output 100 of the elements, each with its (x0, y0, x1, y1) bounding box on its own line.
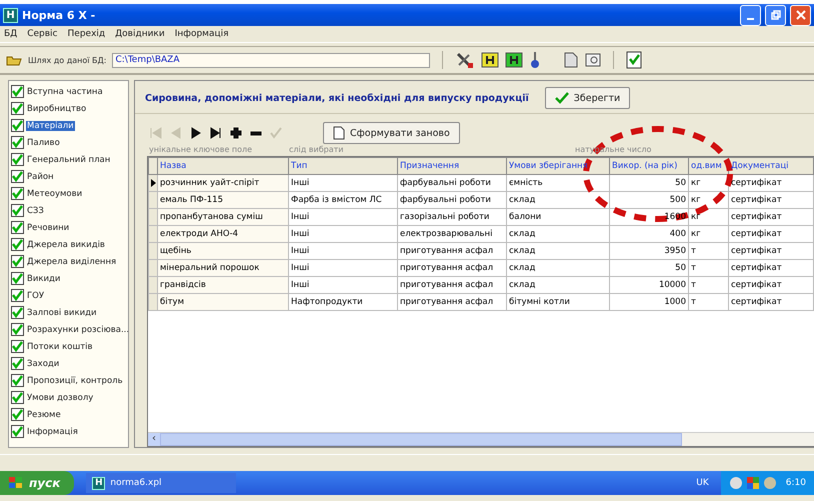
sidebar-item[interactable]: Речовини (26, 222, 70, 232)
database-icon[interactable] (481, 52, 500, 68)
scroll-left-button[interactable]: ‹ (148, 433, 160, 446)
table-cell: бітум (158, 294, 288, 310)
sidebar-item[interactable]: Пропозиції, контроль (26, 376, 124, 386)
checkbox[interactable] (11, 425, 24, 438)
sidebar-item[interactable]: Резюме (26, 410, 62, 420)
table-cell: сертифікат (728, 242, 814, 260)
sidebar-item[interactable]: Генеральний план (26, 154, 112, 164)
table-cell: сертифікат (728, 260, 814, 276)
table-cell: склад (506, 260, 610, 276)
table-cell: т (688, 242, 728, 260)
sidebar-item[interactable]: СЗЗ (26, 206, 45, 216)
checkbox[interactable] (11, 119, 24, 132)
table-cell: розчинник уайт-спіріт (158, 174, 288, 192)
checkbox[interactable] (11, 255, 24, 268)
document-icon[interactable] (585, 52, 602, 68)
minimize-button[interactable] (740, 4, 761, 26)
menu-item[interactable]: Інформація (174, 29, 229, 39)
sidebar-item[interactable]: Виробництво (26, 104, 88, 114)
checkbox[interactable] (11, 238, 24, 251)
restore-button[interactable] (765, 4, 786, 26)
save-button[interactable]: Зберегти (544, 87, 630, 109)
sidebar-item[interactable]: Вступна частина (26, 86, 104, 96)
checkbox[interactable] (11, 323, 24, 336)
checkbox[interactable] (11, 272, 24, 285)
table-cell: 500 (610, 192, 688, 208)
table-cell: Фарба із вмістом ЛС (288, 192, 398, 208)
sidebar-item[interactable]: Метеоумови (26, 188, 84, 198)
checkbox[interactable] (11, 357, 24, 370)
checkbox[interactable] (11, 136, 24, 149)
table-cell: приготування асфал (398, 276, 506, 294)
checkbox[interactable] (11, 340, 24, 353)
checkbox[interactable] (11, 204, 24, 217)
table-cell: кг (688, 192, 728, 208)
column-header[interactable]: Назва (158, 158, 288, 174)
checkbox[interactable] (11, 85, 24, 98)
rebuild-button[interactable]: Сформувати заново (323, 122, 460, 144)
checkbox[interactable] (11, 289, 24, 302)
sidebar-item[interactable]: Викиди (26, 274, 62, 284)
database-icon[interactable] (505, 52, 524, 68)
checkbox[interactable] (11, 153, 24, 166)
column-header[interactable]: Викор. (на рік) (610, 158, 688, 174)
path-field[interactable]: C:\Temp\BAZA (112, 52, 430, 68)
sidebar-item[interactable]: Заходи (26, 358, 60, 368)
sidebar-item[interactable]: Джерела виділення (26, 256, 118, 266)
sidebar-item[interactable]: Район (26, 172, 55, 182)
sidebar-item[interactable]: Потоки коштів (26, 342, 94, 352)
sidebar-item[interactable]: Умови дозволу (26, 392, 94, 402)
checkbox[interactable] (11, 374, 24, 387)
windows-logo-icon (8, 476, 24, 490)
sidebar-item[interactable]: Інформація (26, 426, 79, 436)
menu-item[interactable]: Сервіс (27, 29, 58, 39)
document-icon (333, 126, 345, 140)
clock: 6:10 (786, 478, 806, 488)
menu-item[interactable]: Довідники (115, 29, 165, 39)
language-indicator[interactable]: UK (696, 478, 709, 488)
table-cell: приготування асфал (398, 242, 506, 260)
column-header[interactable]: Призначення (398, 158, 506, 174)
checkbox[interactable] (11, 306, 24, 319)
horizontal-scrollbar[interactable]: ‹ (148, 432, 814, 446)
document-icon[interactable] (563, 52, 580, 68)
table-cell: фарбувальні роботи (398, 192, 506, 208)
last-record-icon[interactable] (209, 126, 223, 140)
insert-record-icon[interactable] (229, 126, 243, 140)
next-record-icon[interactable] (189, 126, 203, 140)
table-cell: склад (506, 192, 610, 208)
table-cell: 10000 (610, 276, 688, 294)
table-cell: пропанбутанова суміш (158, 208, 288, 226)
checkmark-icon[interactable] (626, 51, 642, 69)
start-button[interactable]: пуск (0, 471, 74, 495)
table-cell: ємність (506, 174, 610, 192)
menu-item[interactable]: БД (4, 29, 18, 39)
table-cell: 400 (610, 226, 688, 242)
sidebar-item[interactable]: ГОУ (26, 290, 46, 300)
table-cell: склад (506, 276, 610, 294)
tray-icon[interactable] (746, 476, 760, 490)
folder-icon[interactable] (6, 54, 22, 66)
column-header[interactable]: Тип (288, 158, 398, 174)
checkbox[interactable] (11, 187, 24, 200)
table-cell: електрозварювальні (398, 226, 506, 242)
hint-label: слід вибрати (289, 145, 344, 154)
restore-icon (770, 10, 780, 20)
table-cell: балони (506, 208, 610, 226)
checkbox[interactable] (11, 221, 24, 234)
sidebar-item[interactable]: Джерела викидів (26, 240, 106, 250)
column-header[interactable]: од.вим (688, 158, 728, 174)
checkbox[interactable] (11, 170, 24, 183)
close-button[interactable] (790, 4, 811, 26)
checkbox[interactable] (11, 102, 24, 115)
taskbar-item[interactable]: H norma6.xpl (86, 473, 236, 493)
checkbox[interactable] (11, 391, 24, 404)
sidebar-item[interactable]: Паливо (26, 138, 61, 148)
sidebar-item[interactable]: Розрахунки розсіюва... (26, 324, 128, 334)
sidebar-item[interactable]: Матеріали (26, 120, 75, 130)
table-cell: емаль ПФ-115 (158, 192, 288, 208)
table-cell: гранвідсів (158, 276, 288, 294)
sidebar-item[interactable]: Залпові викиди (26, 308, 98, 318)
checkbox[interactable] (11, 408, 24, 421)
menu-item[interactable]: Перехід (68, 29, 106, 39)
